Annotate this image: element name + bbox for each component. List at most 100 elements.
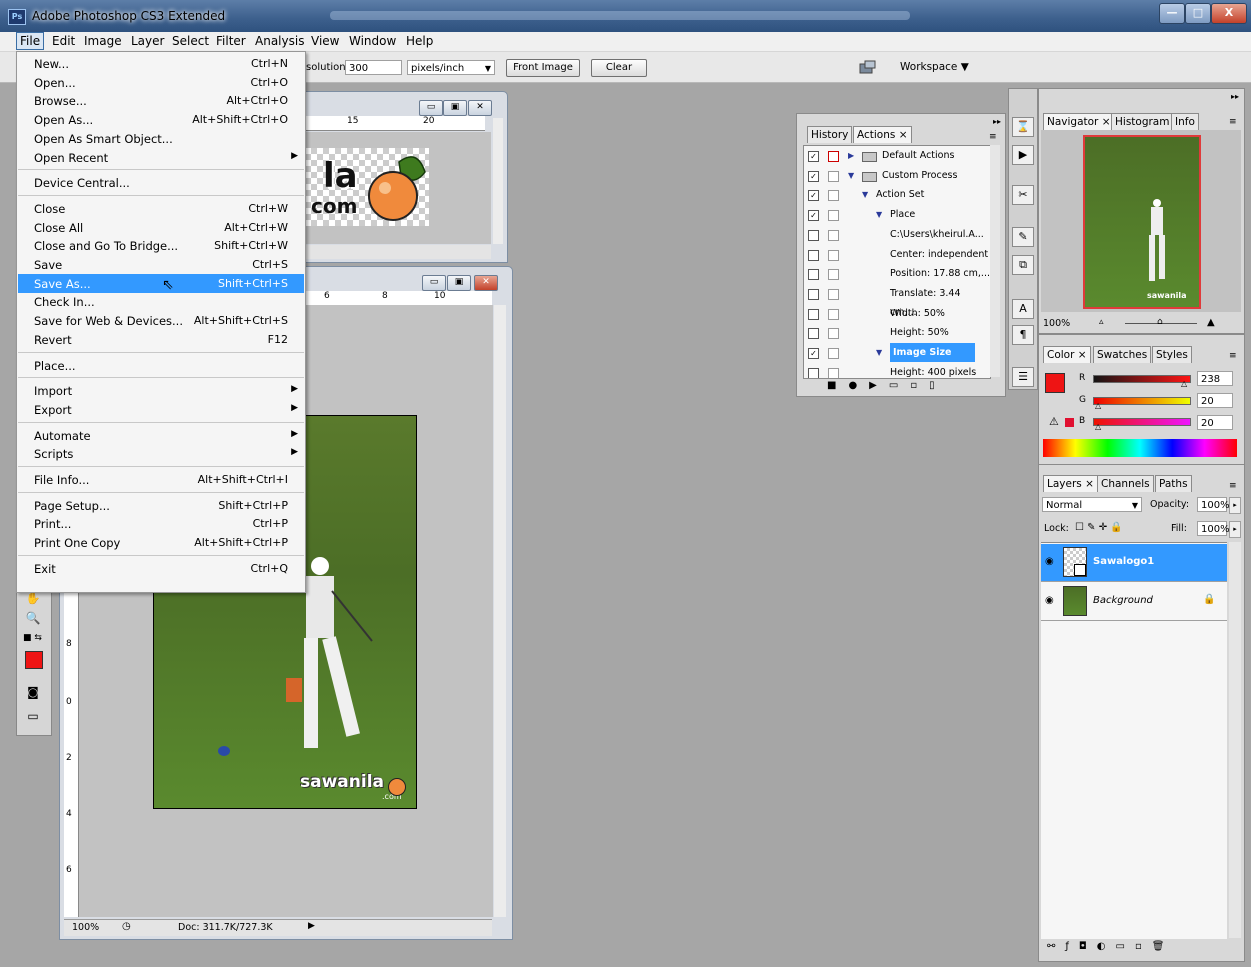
file-menu-item-close[interactable]: Close Ctrl+W xyxy=(18,199,304,218)
tab-paths[interactable]: Paths xyxy=(1155,475,1192,492)
maximize-button[interactable]: □ xyxy=(1185,3,1211,24)
action-toggle-checkbox[interactable]: ✓ xyxy=(808,151,819,162)
action-toggle-checkbox[interactable]: ✓ xyxy=(808,190,819,202)
navigator-preview[interactable]: sawanila xyxy=(1041,130,1241,312)
blue-slider[interactable] xyxy=(1093,418,1191,426)
action-row[interactable]: C:\Users\kheirul.A... xyxy=(804,225,990,244)
file-menu-item-export[interactable]: Export ▶ xyxy=(18,400,304,419)
fill-field[interactable]: 100% xyxy=(1197,521,1230,536)
tab-actions[interactable]: Actions × xyxy=(853,126,912,143)
doc2-maximize-button[interactable]: ▣ xyxy=(447,275,471,291)
file-menu-item-close-and-go-to-bridge[interactable]: Close and Go To Bridge... Shift+Ctrl+W xyxy=(18,236,304,255)
tab-styles[interactable]: Styles xyxy=(1152,346,1192,363)
layer-visibility-eye-icon[interactable]: ◉ xyxy=(1045,595,1054,606)
doc1-scrollbar[interactable] xyxy=(493,118,503,244)
out-of-gamut-warning-icon[interactable]: ⚠ xyxy=(1049,415,1059,428)
zoom-tool-icon[interactable]: 🔍 xyxy=(23,609,43,627)
file-menu-item-check-in[interactable]: Check In... xyxy=(18,292,304,311)
logo-document-window[interactable]: ▭ ▣ ✕ 15 20 la com xyxy=(300,91,508,263)
dialog-toggle-checkbox[interactable] xyxy=(828,288,839,300)
menu-layer[interactable]: Layer xyxy=(128,33,167,49)
action-row[interactable]: ✓ ▼ Action Set xyxy=(804,185,990,204)
actions-list[interactable]: ✓ ▶ Default Actions ✓ ▼ Custom Process ✓ ▼ Actio… xyxy=(803,145,991,379)
red-value-field[interactable]: 238 xyxy=(1197,371,1233,386)
tab-history[interactable]: History xyxy=(807,126,853,143)
tool-presets-dock-icon[interactable]: ✂ xyxy=(1012,185,1034,205)
tab-histogram[interactable]: Histogram xyxy=(1111,113,1174,130)
action-row[interactable]: Center: independent xyxy=(804,245,990,264)
dialog-toggle-checkbox[interactable] xyxy=(828,190,839,202)
blue-slider-thumb[interactable]: △ xyxy=(1095,422,1101,431)
menu-window[interactable]: Window xyxy=(346,33,399,49)
action-row[interactable]: Translate: 3.44 cm,... xyxy=(804,284,990,318)
doc1-close-button[interactable]: ✕ xyxy=(468,100,492,116)
menu-file[interactable]: File xyxy=(16,32,45,50)
doc2-minimize-button[interactable]: ▭ xyxy=(422,275,446,291)
blue-value-field[interactable]: 20 xyxy=(1197,415,1233,430)
navigator-zoom-value[interactable]: 100% xyxy=(1043,318,1070,329)
layer-row[interactable]: ◉ Sawalogo1 xyxy=(1041,544,1227,582)
action-toggle-checkbox[interactable]: ✓ xyxy=(808,348,819,359)
action-toggle-checkbox[interactable] xyxy=(808,367,819,378)
layer-name[interactable]: Sawalogo1 xyxy=(1093,556,1154,567)
file-menu-item-import[interactable]: Import ▶ xyxy=(18,381,304,400)
menu-view[interactable]: View xyxy=(308,33,342,49)
file-menu-item-exit[interactable]: Exit Ctrl+Q xyxy=(18,559,304,578)
layers-footer-buttons[interactable]: ⚯ƒ◘◐▭▫🗑 xyxy=(1047,941,1237,955)
dialog-toggle-checkbox[interactable] xyxy=(828,269,839,281)
history-dock-icon[interactable]: ⌛ xyxy=(1012,117,1034,137)
file-menu-item-page-setup[interactable]: Page Setup... Shift+Ctrl+P xyxy=(18,496,304,515)
quick-mask-icon[interactable]: ◙ xyxy=(23,683,43,701)
opacity-arrow-icon[interactable]: ▸ xyxy=(1229,497,1241,514)
navigator-view-box[interactable]: sawanila xyxy=(1083,135,1201,309)
action-row[interactable]: Height: 400 pixels xyxy=(804,363,990,378)
layer-row[interactable]: ◉ Background 🔒 xyxy=(1041,583,1227,621)
green-value-field[interactable]: 20 xyxy=(1197,393,1233,408)
action-row[interactable]: ✓ ▼ Custom Process xyxy=(804,166,990,185)
file-menu-item-open-as[interactable]: Open As... Alt+Shift+Ctrl+O xyxy=(18,110,304,129)
action-toggle-checkbox[interactable] xyxy=(808,229,819,241)
file-menu-item-browse[interactable]: Browse... Alt+Ctrl+O xyxy=(18,91,304,110)
close-button[interactable]: X xyxy=(1211,3,1247,24)
color-foreground-swatch[interactable] xyxy=(1045,373,1065,393)
zoom-in-icon[interactable]: ▲ xyxy=(1207,317,1215,328)
collapse-triangle-icon[interactable]: ▼ xyxy=(876,343,882,362)
status-info-icon[interactable]: ◷ xyxy=(122,921,131,932)
file-menu-item-device-central[interactable]: Device Central... xyxy=(18,173,304,192)
workspace-icon[interactable] xyxy=(857,58,883,76)
dialog-toggle-checkbox[interactable] xyxy=(828,367,839,378)
opacity-field[interactable]: 100% xyxy=(1197,497,1230,512)
collapse-triangle-icon[interactable]: ▼ xyxy=(862,185,868,204)
front-image-button[interactable]: Front Image xyxy=(506,59,580,77)
file-menu-item-place[interactable]: Place... xyxy=(18,356,304,375)
file-menu-item-save[interactable]: Save Ctrl+S xyxy=(18,255,304,274)
dialog-toggle-checkbox[interactable] xyxy=(828,151,839,162)
file-menu-item-file-info[interactable]: File Info... Alt+Shift+Ctrl+I xyxy=(18,470,304,489)
expand-triangle-icon[interactable]: ▶ xyxy=(848,146,854,165)
layers-list[interactable]: ◉ Sawalogo1 ◉ Background 🔒 xyxy=(1041,542,1227,939)
red-slider-thumb[interactable]: △ xyxy=(1181,379,1187,388)
character-dock-icon[interactable]: A xyxy=(1012,299,1034,319)
doc2-scrollbar[interactable] xyxy=(494,305,506,917)
layers-scrollbar[interactable] xyxy=(1229,542,1241,938)
brushes-dock-icon[interactable]: ✎ xyxy=(1012,227,1034,247)
file-menu-item-scripts[interactable]: Scripts ▶ xyxy=(18,444,304,463)
menu-filter[interactable]: Filter xyxy=(213,33,249,49)
actions-dock-icon[interactable]: ▶ xyxy=(1012,145,1034,165)
swap-colors-icon[interactable]: ■ ⇆ xyxy=(23,633,42,643)
action-toggle-checkbox[interactable] xyxy=(808,269,819,281)
zoom-out-icon[interactable]: ▵ xyxy=(1099,317,1104,327)
actions-panel-collapse-icon[interactable]: ▸▸ xyxy=(993,117,1001,126)
zoom-level[interactable]: 100% xyxy=(72,922,99,933)
paragraph-dock-icon[interactable]: ¶ xyxy=(1012,325,1034,345)
action-row[interactable]: ✓ ▼ Place xyxy=(804,205,990,224)
doc1-maximize-button[interactable]: ▣ xyxy=(443,100,467,116)
action-toggle-checkbox[interactable] xyxy=(808,308,819,320)
dialog-toggle-checkbox[interactable] xyxy=(828,229,839,241)
color-panel-menu-icon[interactable]: ≡ xyxy=(1229,351,1237,361)
clear-button[interactable]: Clear xyxy=(591,59,647,77)
green-slider[interactable] xyxy=(1093,397,1191,405)
menu-image[interactable]: Image xyxy=(81,33,125,49)
navigator-menu-icon[interactable]: ≡ xyxy=(1229,117,1237,127)
navigator-zoom-thumb[interactable]: ⌂ xyxy=(1157,317,1163,327)
